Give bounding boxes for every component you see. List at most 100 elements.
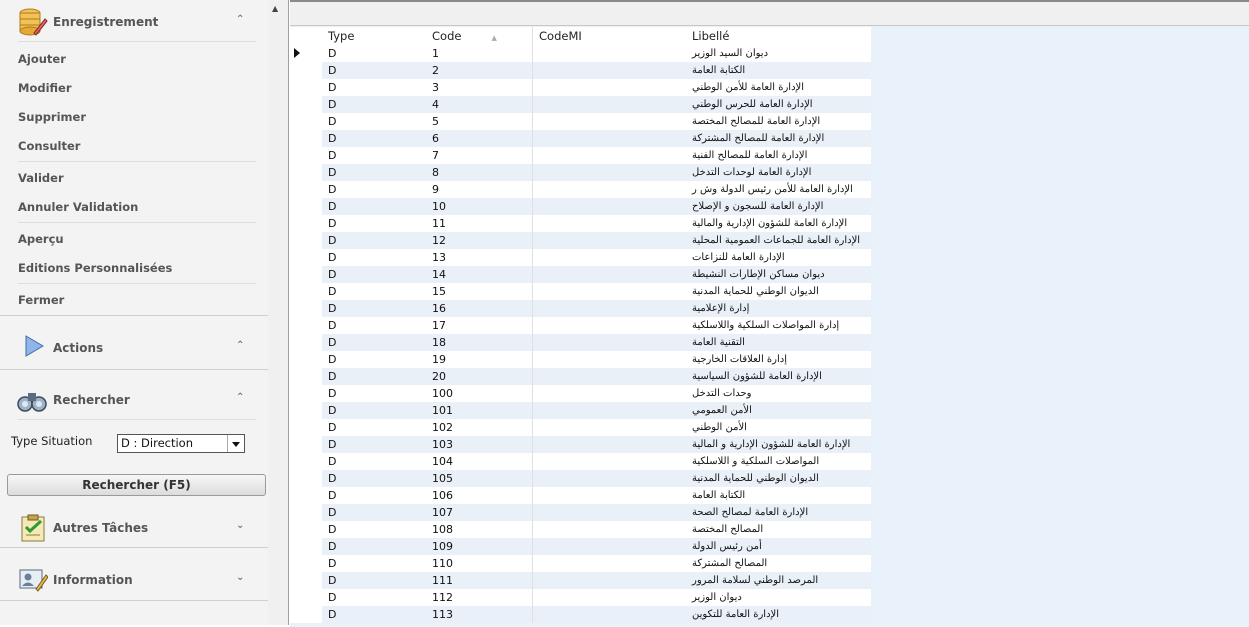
row-indicator[interactable] xyxy=(290,555,322,572)
cell-code[interactable]: 101 xyxy=(426,402,532,419)
table-row[interactable]: D 16 إدارة الإعلامية xyxy=(290,300,871,317)
cell-codemi[interactable] xyxy=(532,300,688,317)
table-row[interactable]: D 14 ديوان مساكن الإطارات النشيطة xyxy=(290,266,871,283)
cell-codemi[interactable] xyxy=(532,589,688,606)
table-row[interactable]: D 1 ديوان السيد الوزير xyxy=(290,45,871,62)
cell-codemi[interactable] xyxy=(532,487,688,504)
cell-libelle[interactable]: إدارة الإعلامية xyxy=(688,300,871,317)
menu-ajouter[interactable]: Ajouter xyxy=(18,52,66,66)
cell-libelle[interactable]: إدارة المواصلات السلكية واللاسلكية xyxy=(688,317,871,334)
cell-libelle[interactable]: الإدارة العامة للأمن رئيس الدولة وش ر xyxy=(688,181,871,198)
cell-libelle[interactable]: الإدارة العامة للتكوين xyxy=(688,606,871,623)
cell-codemi[interactable] xyxy=(532,96,688,113)
cell-type[interactable]: D xyxy=(322,504,426,521)
cell-libelle[interactable]: الإدارة العامة للمصالح المشتركة xyxy=(688,130,871,147)
cell-libelle[interactable]: الإدارة العامة للنزاعات xyxy=(688,249,871,266)
column-header-type[interactable]: Type xyxy=(322,27,426,45)
cell-codemi[interactable] xyxy=(532,232,688,249)
row-indicator[interactable] xyxy=(290,470,322,487)
table-row[interactable]: D 3 الإدارة العامة للأمن الوطني xyxy=(290,79,871,96)
cell-codemi[interactable] xyxy=(532,215,688,232)
column-header-code[interactable]: Code ▲ xyxy=(426,27,532,45)
table-row[interactable]: D 4 الإدارة العامة للحرس الوطني xyxy=(290,96,871,113)
cell-codemi[interactable] xyxy=(532,45,688,62)
cell-codemi[interactable] xyxy=(532,385,688,402)
row-indicator[interactable] xyxy=(290,147,322,164)
menu-fermer[interactable]: Fermer xyxy=(18,293,64,307)
cell-code[interactable]: 15 xyxy=(426,283,532,300)
cell-libelle[interactable]: ديوان مساكن الإطارات النشيطة xyxy=(688,266,871,283)
row-indicator[interactable] xyxy=(290,334,322,351)
table-row[interactable]: D 106 الكتابة العامة xyxy=(290,487,871,504)
type-situation-select[interactable]: D : Direction xyxy=(117,434,245,453)
row-indicator[interactable] xyxy=(290,538,322,555)
cell-type[interactable]: D xyxy=(322,487,426,504)
cell-codemi[interactable] xyxy=(532,79,688,96)
section-enregistrement-header[interactable]: Enregistrement ⌃ xyxy=(0,0,268,44)
cell-type[interactable]: D xyxy=(322,436,426,453)
cell-code[interactable]: 11 xyxy=(426,215,532,232)
task-pane-scrollbar[interactable]: ▲ xyxy=(268,0,289,625)
cell-code[interactable]: 105 xyxy=(426,470,532,487)
cell-type[interactable]: D xyxy=(322,402,426,419)
scroll-up-arrow-icon[interactable]: ▲ xyxy=(272,4,278,13)
cell-codemi[interactable] xyxy=(532,147,688,164)
cell-libelle[interactable]: إدارة العلاقات الخارجية xyxy=(688,351,871,368)
table-row[interactable]: D 19 إدارة العلاقات الخارجية xyxy=(290,351,871,368)
cell-code[interactable]: 19 xyxy=(426,351,532,368)
cell-type[interactable]: D xyxy=(322,555,426,572)
menu-consulter[interactable]: Consulter xyxy=(18,139,80,153)
cell-libelle[interactable]: ديوان الوزير xyxy=(688,589,871,606)
row-indicator[interactable] xyxy=(290,317,322,334)
row-indicator[interactable] xyxy=(290,283,322,300)
expand-chevron-icon[interactable]: ⌄ xyxy=(236,520,244,531)
row-indicator[interactable] xyxy=(290,215,322,232)
cell-type[interactable]: D xyxy=(322,181,426,198)
table-row[interactable]: D 6 الإدارة العامة للمصالح المشتركة xyxy=(290,130,871,147)
table-row[interactable]: D 102 الأمن الوطني xyxy=(290,419,871,436)
cell-codemi[interactable] xyxy=(532,283,688,300)
row-indicator[interactable] xyxy=(290,266,322,283)
cell-libelle[interactable]: الإدارة العامة للشؤون السياسية xyxy=(688,368,871,385)
cell-code[interactable]: 103 xyxy=(426,436,532,453)
cell-code[interactable]: 14 xyxy=(426,266,532,283)
row-indicator[interactable] xyxy=(290,351,322,368)
cell-type[interactable]: D xyxy=(322,317,426,334)
table-row[interactable]: D 105 الديوان الوطني للحماية المدنية xyxy=(290,470,871,487)
cell-type[interactable]: D xyxy=(322,96,426,113)
cell-libelle[interactable]: الديوان الوطني للحماية المدنية xyxy=(688,470,871,487)
row-indicator[interactable] xyxy=(290,181,322,198)
row-indicator[interactable] xyxy=(290,419,322,436)
table-row[interactable]: D 2 الكتابة العامة xyxy=(290,62,871,79)
cell-libelle[interactable]: وحدات التدخل xyxy=(688,385,871,402)
cell-type[interactable]: D xyxy=(322,470,426,487)
table-row[interactable]: D 20 الإدارة العامة للشؤون السياسية xyxy=(290,368,871,385)
row-indicator[interactable] xyxy=(290,96,322,113)
cell-codemi[interactable] xyxy=(532,113,688,130)
search-button[interactable]: Rechercher (F5) xyxy=(7,474,266,496)
cell-type[interactable]: D xyxy=(322,45,426,62)
table-row[interactable]: D 108 المصالح المختصة xyxy=(290,521,871,538)
cell-libelle[interactable]: التقنية العامة xyxy=(688,334,871,351)
row-indicator[interactable] xyxy=(290,521,322,538)
row-indicator[interactable] xyxy=(290,232,322,249)
row-indicator[interactable] xyxy=(290,453,322,470)
row-indicator[interactable] xyxy=(290,504,322,521)
row-indicator[interactable] xyxy=(290,164,322,181)
table-row[interactable]: D 100 وحدات التدخل xyxy=(290,385,871,402)
cell-type[interactable]: D xyxy=(322,521,426,538)
row-indicator[interactable] xyxy=(290,589,322,606)
cell-code[interactable]: 102 xyxy=(426,419,532,436)
data-grid[interactable]: Type Code ▲ CodeMI Libellé D 1 ديوان السيد … xyxy=(290,27,871,623)
cell-type[interactable]: D xyxy=(322,453,426,470)
cell-type[interactable]: D xyxy=(322,368,426,385)
cell-codemi[interactable] xyxy=(532,249,688,266)
row-indicator[interactable] xyxy=(290,368,322,385)
table-row[interactable]: D 107 الإدارة العامة لمصالح الصحة xyxy=(290,504,871,521)
table-row[interactable]: D 110 المصالح المشتركة xyxy=(290,555,871,572)
cell-libelle[interactable]: الإدارة العامة للمصالح الفنية xyxy=(688,147,871,164)
table-row[interactable]: D 103 الإدارة العامة للشؤون الإدارية و الم… xyxy=(290,436,871,453)
table-row[interactable]: D 7 الإدارة العامة للمصالح الفنية xyxy=(290,147,871,164)
cell-libelle[interactable]: الإدارة العامة للأمن الوطني xyxy=(688,79,871,96)
cell-code[interactable]: 108 xyxy=(426,521,532,538)
